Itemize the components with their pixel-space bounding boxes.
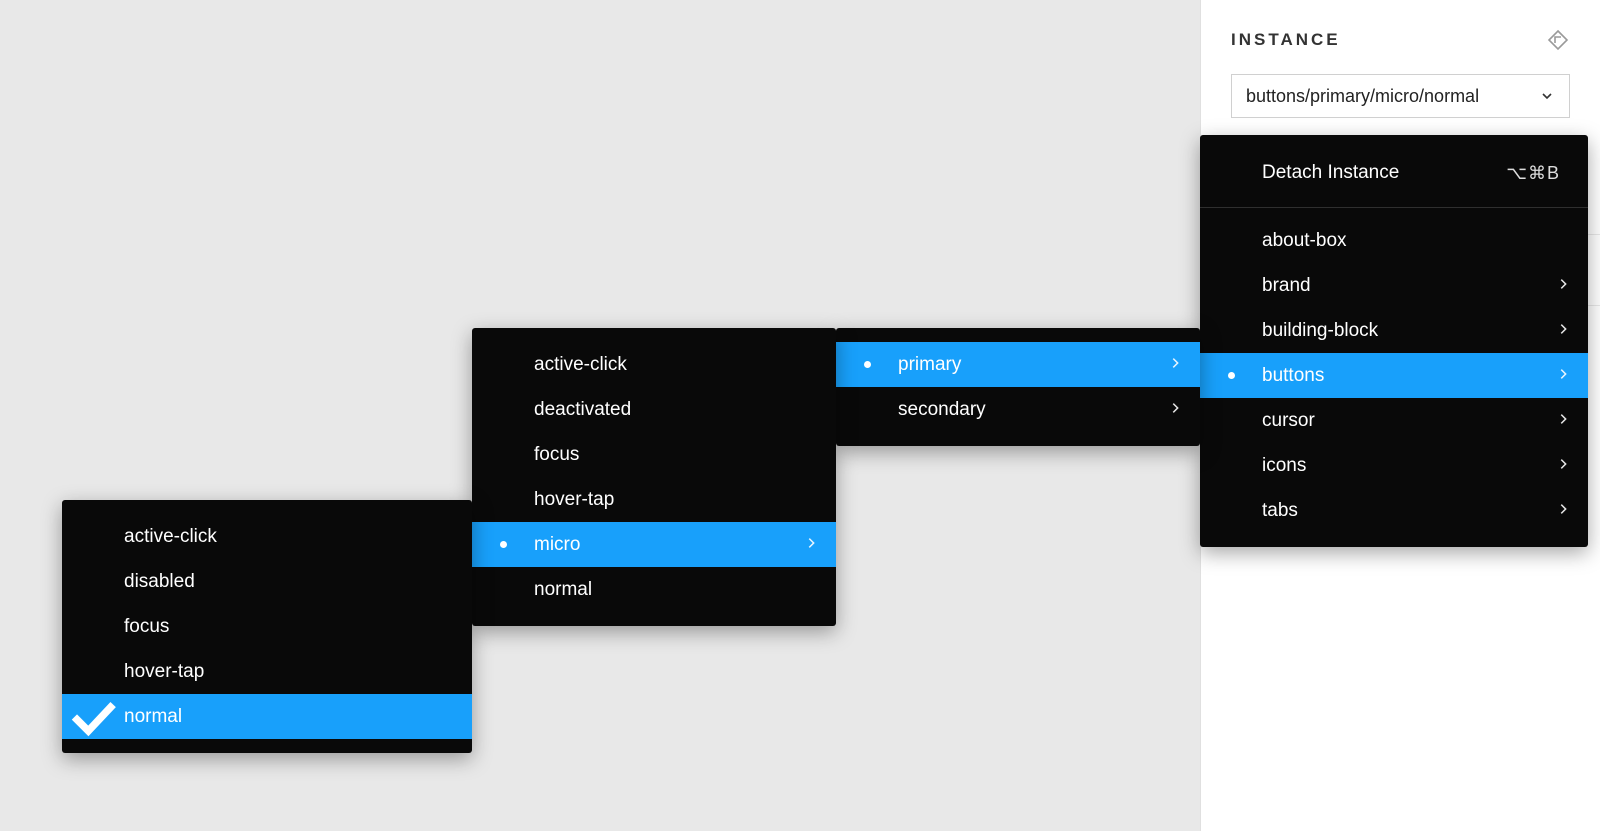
menu-item-label: focus [534, 444, 818, 466]
menu1-item[interactable]: brand [1200, 263, 1588, 308]
chevron-right-icon [1550, 500, 1570, 521]
current-path-dot-icon [1200, 372, 1262, 379]
menu4-item[interactable]: normal [62, 694, 472, 739]
menu1-item[interactable]: building-block [1200, 308, 1588, 353]
menu-item-label: focus [124, 616, 454, 638]
menu-item-label: active-click [124, 526, 454, 548]
menu1-item[interactable]: about-box [1200, 218, 1588, 263]
chevron-right-icon [1162, 354, 1182, 375]
menu1-item[interactable]: buttons [1200, 353, 1588, 398]
menu-item-label: building-block [1262, 320, 1550, 342]
menu-item-label: buttons [1262, 365, 1550, 387]
menu-item-label: normal [534, 579, 818, 601]
menu3-item[interactable]: deactivated [472, 387, 836, 432]
detach-instance-shortcut: ⌥⌘B [1506, 163, 1560, 184]
menu-item-label: primary [898, 354, 1162, 376]
menu4-item[interactable]: focus [62, 604, 472, 649]
submenu-primary: active-click deactivated focus hover-tap mic… [472, 328, 836, 626]
menu-item-label: micro [534, 534, 798, 556]
submenu-micro: active-click disabled focus hover-tap normal [62, 500, 472, 753]
reset-instance-icon[interactable] [1546, 28, 1570, 52]
menu-divider [1200, 207, 1588, 208]
check-icon [62, 686, 124, 748]
chevron-right-icon [1550, 275, 1570, 296]
menu2-item[interactable]: secondary [836, 387, 1200, 432]
chevron-right-icon [1550, 410, 1570, 431]
menu3-item[interactable]: active-click [472, 342, 836, 387]
menu3-item[interactable]: micro [472, 522, 836, 567]
instance-section-header: INSTANCE [1201, 0, 1600, 74]
menu-item-label: hover-tap [534, 489, 818, 511]
instance-heading-label: INSTANCE [1231, 30, 1341, 50]
menu2-items: primary secondary [836, 342, 1200, 432]
menu-item-label: active-click [534, 354, 818, 376]
current-path-dot-icon [472, 541, 534, 548]
chevron-right-icon [798, 534, 818, 555]
menu-item-label: normal [124, 706, 454, 728]
menu-item-label: hover-tap [124, 661, 454, 683]
current-path-dot-icon [836, 361, 898, 368]
menu3-item[interactable]: hover-tap [472, 477, 836, 522]
menu-item-label: deactivated [534, 399, 818, 421]
menu-item-label: disabled [124, 571, 454, 593]
detach-instance-item[interactable]: Detach Instance ⌥⌘B [1200, 149, 1588, 197]
menu3-item[interactable]: focus [472, 432, 836, 477]
instance-swap-menu: Detach Instance ⌥⌘B about-box brand buildi… [1200, 135, 1588, 547]
instance-swap-dropdown[interactable]: buttons/primary/micro/normal [1231, 74, 1570, 118]
menu1-item[interactable]: cursor [1200, 398, 1588, 443]
chevron-down-icon [1539, 88, 1555, 104]
menu1-item[interactable]: tabs [1200, 488, 1588, 533]
menu1-item[interactable]: icons [1200, 443, 1588, 488]
menu-item-label: tabs [1262, 500, 1550, 522]
chevron-right-icon [1550, 320, 1570, 341]
menu-item-label: icons [1262, 455, 1550, 477]
menu1-items: about-box brand building-block buttons curso… [1200, 218, 1588, 533]
detach-instance-label: Detach Instance [1262, 162, 1399, 184]
chevron-right-icon [1162, 399, 1182, 420]
menu-item-label: about-box [1262, 230, 1570, 252]
chevron-right-icon [1550, 455, 1570, 476]
menu4-items: active-click disabled focus hover-tap normal [62, 514, 472, 739]
menu2-item[interactable]: primary [836, 342, 1200, 387]
menu4-item[interactable]: disabled [62, 559, 472, 604]
instance-selected-value: buttons/primary/micro/normal [1246, 86, 1479, 107]
menu-item-label: cursor [1262, 410, 1550, 432]
menu3-item[interactable]: normal [472, 567, 836, 612]
menu4-item[interactable]: active-click [62, 514, 472, 559]
menu-item-label: brand [1262, 275, 1550, 297]
menu-item-label: secondary [898, 399, 1162, 421]
menu3-items: active-click deactivated focus hover-tap mic… [472, 342, 836, 612]
submenu-buttons: primary secondary [836, 328, 1200, 446]
chevron-right-icon [1550, 365, 1570, 386]
